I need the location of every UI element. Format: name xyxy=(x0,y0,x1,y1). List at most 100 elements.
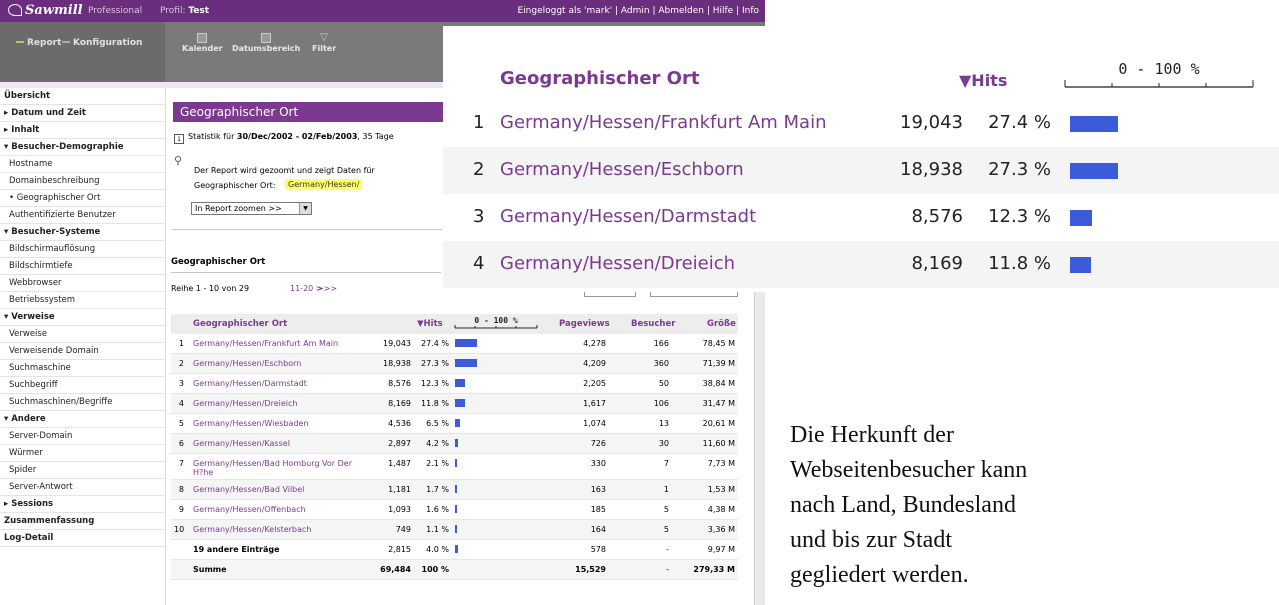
sidebar-item[interactable]: ▾ Andere xyxy=(0,411,165,428)
table-row: 7 Germany/Hessen/Bad Homburg Vor Der H?he 1… xyxy=(171,454,738,480)
sidebar-item[interactable]: ▸ Datum und Zeit xyxy=(0,105,165,122)
zoomed-table-cell: 27.3 % xyxy=(988,159,1051,180)
zoomed-scale-ruler: 0 - 100 % xyxy=(1064,60,1254,88)
table-cell[interactable]: Germany/Hessen/Bad Homburg Vor Der xyxy=(193,459,352,468)
zoom-select[interactable]: In Report zoomen >> ▼ xyxy=(191,202,312,215)
zoomed-table-cell: 27.4 % xyxy=(988,112,1051,133)
table-cell[interactable]: Germany/Hessen/Offenbach xyxy=(193,505,306,514)
page-title: Geographischer Ort xyxy=(173,102,443,122)
zoomed-table-row: 1 Germany/Hessen/Frankfurt Am Main 19,043 2… xyxy=(443,100,1279,147)
table-cell: 2,815 xyxy=(388,545,411,554)
table-cell: 11,60 M xyxy=(702,439,735,448)
zoom-value: Germany/Hessen/ xyxy=(285,179,363,190)
col-besucher[interactable]: Besucher xyxy=(631,314,675,334)
table-header: Geographischer Ort ▼Hits 0 - 100 % Pagev… xyxy=(171,314,738,334)
table-cell: 5 xyxy=(663,505,669,514)
sidebar-item[interactable]: Suchbegriff xyxy=(0,377,165,394)
zoomed-table-cell[interactable]: Germany/Hessen/Dreieich xyxy=(500,253,735,274)
sidebar-item[interactable]: Domainbeschreibung xyxy=(0,173,165,190)
last-page-link[interactable]: >>> xyxy=(317,284,337,293)
sidebar-item[interactable]: Würmer xyxy=(0,445,165,462)
sidebar-item[interactable]: Suchmaschine xyxy=(0,360,165,377)
user-links[interactable]: Eingeloggt als 'mark' | Admin | Abmelden… xyxy=(517,6,759,16)
table-cell: 1,617 xyxy=(583,399,606,408)
zoomed-table-cell[interactable]: Germany/Hessen/Frankfurt Am Main xyxy=(500,112,826,133)
col-ort[interactable]: Geographischer Ort xyxy=(193,314,287,334)
table-others-row: 19 andere Einträge 2,815 4.0 % 578 - 9,97 M xyxy=(171,540,738,560)
sidebar-item[interactable]: Bildschirmtiefe xyxy=(0,258,165,275)
sidebar: Übersicht ▸ Datum und Zeit ▸ Inhalt ▾ Besuc… xyxy=(0,88,166,605)
percent-bar xyxy=(455,505,457,513)
col-hits[interactable]: ▼Hits xyxy=(417,314,443,334)
table-cell: 360 xyxy=(653,359,669,368)
zoomed-table-cell[interactable]: Germany/Hessen/Darmstadt xyxy=(500,206,756,227)
sidebar-item[interactable]: Server-Antwort xyxy=(0,479,165,496)
sidebar-item[interactable]: ▸ Sessions xyxy=(0,496,165,513)
sidebar-item[interactable]: Verweise xyxy=(0,326,165,343)
sidebar-item[interactable]: Bildschirmauflösung xyxy=(0,241,165,258)
nav-tabs: Report Konfiguration xyxy=(0,22,165,82)
table-cell: 9 xyxy=(178,505,184,514)
zoomed-percent-bar xyxy=(1070,210,1092,226)
sidebar-item[interactable]: Zusammenfassung xyxy=(0,513,165,530)
tab-config[interactable]: Konfiguration xyxy=(62,38,142,48)
table-cell: 185 xyxy=(590,505,606,514)
table-cell: 1,074 xyxy=(583,419,606,428)
percent-bar xyxy=(455,339,478,347)
tab-report[interactable]: Report xyxy=(16,38,61,48)
percent-bar xyxy=(455,525,457,533)
sawmill-logo[interactable]: Sawmill xyxy=(8,3,83,18)
col-groesse[interactable]: Größe xyxy=(707,314,736,334)
filter-button[interactable]: ▽ Filter xyxy=(312,33,336,54)
calendar-button[interactable]: Kalender xyxy=(182,33,223,53)
table-cell[interactable]: Germany/Hessen/Eschborn xyxy=(193,359,301,368)
table-cell[interactable]: Germany/Hessen/Kelsterbach xyxy=(193,525,311,534)
sidebar-item[interactable]: Server-Domain xyxy=(0,428,165,445)
table-cell[interactable]: Germany/Hessen/Wiesbaden xyxy=(193,419,309,428)
sidebar-item[interactable]: Webbrowser xyxy=(0,275,165,292)
sidebar-item[interactable]: ▾ Besucher-Demographie xyxy=(0,139,165,156)
sidebar-item[interactable]: Log-Detail xyxy=(0,530,165,547)
zoomed-col-hits: ▼Hits xyxy=(959,71,1008,90)
scrollbar[interactable] xyxy=(754,290,765,605)
table-cell: 6 xyxy=(178,439,184,448)
zoomed-table-cell[interactable]: Germany/Hessen/Eschborn xyxy=(500,159,744,180)
zoomed-table-row: 3 Germany/Hessen/Darmstadt 8,576 12.3 % xyxy=(443,194,1279,241)
sidebar-item[interactable]: Spider xyxy=(0,462,165,479)
sidebar-item[interactable]: Suchmaschinen/Begriffe xyxy=(0,394,165,411)
tab-indicator-icon xyxy=(16,41,24,43)
table-row: 3 Germany/Hessen/Darmstadt 8,576 12.3 % 2,20… xyxy=(171,374,738,394)
table-cell[interactable]: H?he xyxy=(193,468,213,477)
sidebar-item[interactable]: Betriebssystem xyxy=(0,292,165,309)
sidebar-item[interactable]: ▾ Verweise xyxy=(0,309,165,326)
table-cell: 30 xyxy=(658,439,669,448)
sidebar-item[interactable]: • Geographischer Ort xyxy=(0,190,165,207)
table-row: 10 Germany/Hessen/Kelsterbach 749 1.1 % 164 5… xyxy=(171,520,738,540)
table-cell[interactable]: Germany/Hessen/Bad Vilbel xyxy=(193,485,304,494)
zoomed-table-row: 4 Germany/Hessen/Dreieich 8,169 11.8 % xyxy=(443,241,1279,288)
table-cell[interactable]: Germany/Hessen/Darmstadt xyxy=(193,379,307,388)
edition-label: Professional xyxy=(88,6,143,16)
table-cell: 2.1 % xyxy=(426,459,449,468)
sidebar-item[interactable]: ▾ Besucher-Systeme xyxy=(0,224,165,241)
col-pageviews[interactable]: Pageviews xyxy=(559,314,610,334)
table-cell: 4,536 xyxy=(388,419,411,428)
table-cell: 11.8 % xyxy=(421,399,449,408)
table-cell[interactable]: Germany/Hessen/Kassel xyxy=(193,439,290,448)
table-cell: - xyxy=(666,545,669,554)
magnifier-icon: ⚲ xyxy=(174,154,183,167)
sidebar-item[interactable]: Authentifizierte Benutzer xyxy=(0,207,165,224)
sidebar-item[interactable]: Verweisende Domain xyxy=(0,343,165,360)
sidebar-item[interactable]: Übersicht xyxy=(0,88,165,105)
table-row: 6 Germany/Hessen/Kassel 2,897 4.2 % 726 30 11,… xyxy=(171,434,738,454)
table-cell: 3 xyxy=(178,379,184,388)
table-cell: 12.3 % xyxy=(421,379,449,388)
zoomed-table-cell: 18,938 xyxy=(900,159,963,180)
table-cell: 100 % xyxy=(421,565,450,574)
sidebar-item[interactable]: ▸ Inhalt xyxy=(0,122,165,139)
date-range-button[interactable]: Datumsbereich xyxy=(232,33,300,53)
sidebar-item[interactable]: Hostname xyxy=(0,156,165,173)
table-cell[interactable]: Germany/Hessen/Dreieich xyxy=(193,399,297,408)
col-scale: 0 - 100 % xyxy=(453,314,539,334)
table-cell[interactable]: Germany/Hessen/Frankfurt Am Main xyxy=(193,339,338,348)
